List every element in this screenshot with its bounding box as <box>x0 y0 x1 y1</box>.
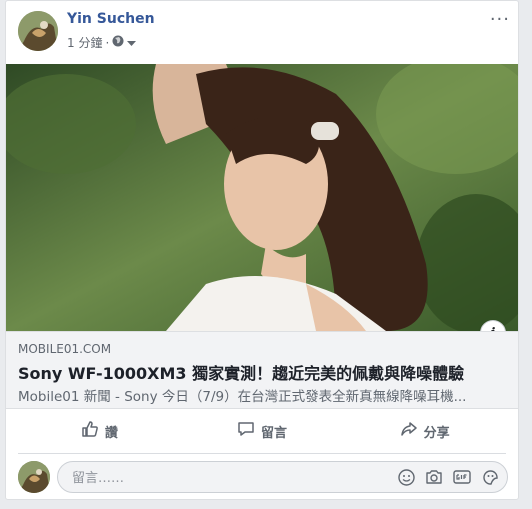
comment-tools <box>397 468 499 486</box>
meta-separator: · <box>105 35 110 50</box>
globe-icon[interactable] <box>112 35 124 50</box>
sticker-icon[interactable] <box>481 468 499 486</box>
share-label: 分享 <box>423 425 450 441</box>
privacy-dropdown-icon[interactable] <box>127 36 137 50</box>
link-preview[interactable]: MOBILE01.COM Sony WF-1000XM3 獨家實測！趨近完美的佩… <box>6 331 518 409</box>
author-avatar[interactable] <box>18 11 58 51</box>
comment-box <box>57 461 508 493</box>
post-time[interactable]: 1 分鐘 <box>67 34 102 51</box>
gif-icon[interactable] <box>453 468 471 486</box>
thumbs-up-icon <box>81 420 99 442</box>
post-meta: 1 分鐘 · <box>67 34 137 51</box>
link-title[interactable]: Sony WF-1000XM3 獨家實測！趨近完美的佩戴與降噪體驗 <box>18 360 464 384</box>
post-card: Yin Suchen 1 分鐘 · ··· MOBILE01.COM Sony … <box>5 0 519 500</box>
comment-composer <box>18 461 508 495</box>
like-label: 讚 <box>104 425 118 441</box>
comment-button[interactable]: 留言 <box>181 409 344 453</box>
share-button[interactable]: 分享 <box>343 409 506 453</box>
more-options-button[interactable]: ··· <box>490 9 510 30</box>
like-button[interactable]: 讚 <box>18 409 181 453</box>
share-arrow-icon <box>400 420 418 442</box>
author-name[interactable]: Yin Suchen <box>67 11 155 27</box>
user-avatar[interactable] <box>18 461 50 493</box>
speech-bubble-icon <box>237 420 255 442</box>
camera-icon[interactable] <box>425 468 443 486</box>
link-domain: MOBILE01.COM <box>18 342 112 356</box>
comment-input[interactable] <box>70 468 374 488</box>
post-actions: 讚 留言 分享 <box>18 409 506 454</box>
smiley-icon[interactable] <box>397 468 415 486</box>
link-description: Mobile01 新聞 - Sony 今日（7/9）在台灣正式發表全新真無線降噪… <box>18 389 467 405</box>
link-preview-image[interactable] <box>6 64 518 331</box>
comment-label: 留言 <box>261 425 288 441</box>
